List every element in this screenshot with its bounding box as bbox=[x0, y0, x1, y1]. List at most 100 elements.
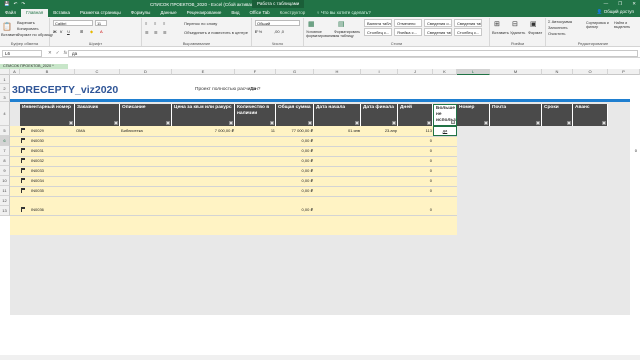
cell-end[interactable] bbox=[361, 166, 398, 176]
cell-days[interactable]: 0 bbox=[398, 186, 433, 196]
wrap-text-button[interactable]: Перенос по слову bbox=[184, 21, 217, 26]
cell-start[interactable] bbox=[314, 146, 361, 156]
cell-end[interactable] bbox=[361, 156, 398, 166]
cell-start[interactable] bbox=[314, 205, 361, 215]
style-table-info-2[interactable]: Сведения табл... bbox=[424, 28, 452, 36]
row-header-5[interactable]: 5 bbox=[0, 126, 10, 136]
cell-sum[interactable]: 0,00 ₽ bbox=[276, 205, 314, 215]
cell-start[interactable] bbox=[314, 176, 361, 186]
cell-sum[interactable]: 0,00 ₽ bbox=[276, 166, 314, 176]
cell-more[interactable] bbox=[433, 186, 457, 196]
fill-button[interactable]: Заполнить bbox=[548, 25, 568, 30]
cell-qty[interactable] bbox=[235, 166, 276, 176]
filter-dropdown-icon[interactable] bbox=[229, 121, 233, 125]
table-header-start-date[interactable]: Дата начала bbox=[314, 104, 361, 126]
cell-price[interactable] bbox=[172, 166, 235, 176]
cell-desc[interactable] bbox=[120, 176, 172, 186]
cancel-icon[interactable]: ✕ bbox=[48, 50, 52, 56]
delete-cells-icon[interactable]: ⊟ bbox=[512, 20, 518, 28]
tab-home[interactable]: Главная bbox=[21, 9, 49, 17]
cell-qty[interactable] bbox=[235, 186, 276, 196]
style-marked[interactable]: Отмечено bbox=[394, 19, 422, 27]
clear-button[interactable]: Очистить bbox=[548, 31, 565, 36]
save-icon[interactable]: 💾 bbox=[4, 1, 10, 7]
align-bottom-icon[interactable]: ≡ bbox=[163, 21, 165, 26]
align-top-icon[interactable]: ≡ bbox=[145, 21, 147, 26]
table-header-number[interactable]: Номер bbox=[457, 104, 490, 126]
autosum-button[interactable]: Σ Автосумма bbox=[548, 19, 572, 24]
cell-end[interactable]: 23.апр bbox=[361, 126, 398, 136]
filter-dropdown-icon[interactable] bbox=[166, 121, 170, 125]
paste-icon[interactable]: 📋 bbox=[2, 22, 12, 31]
style-column[interactable]: Столбец с... bbox=[364, 28, 392, 36]
cell-days[interactable]: 0 bbox=[398, 205, 433, 215]
cell-inv[interactable]: IN0036 bbox=[30, 205, 75, 215]
cell-client[interactable] bbox=[75, 156, 120, 166]
currency-icon[interactable]: ₽ % bbox=[255, 29, 262, 34]
cell-qty[interactable] bbox=[235, 205, 276, 215]
filter-dropdown-icon[interactable] bbox=[355, 121, 359, 125]
filter-dropdown-icon[interactable] bbox=[308, 121, 312, 125]
tab-file[interactable]: Файл bbox=[0, 9, 21, 17]
italic-button[interactable]: К bbox=[60, 29, 62, 34]
tab-office-tab[interactable]: Office Tab bbox=[245, 9, 275, 17]
cell-qty[interactable] bbox=[235, 136, 276, 146]
decimal-icon[interactable]: ,00 ,0 bbox=[274, 29, 284, 34]
row-header-3[interactable]: 3 bbox=[0, 93, 10, 102]
cell-price[interactable] bbox=[172, 205, 235, 215]
filter-dropdown-icon[interactable] bbox=[427, 121, 431, 125]
undo-icon[interactable]: ↶ bbox=[14, 1, 18, 7]
redo-icon[interactable]: ↷ bbox=[21, 1, 25, 7]
sort-filter-button[interactable]: Сортировка и фильтр bbox=[586, 21, 612, 29]
align-middle-icon[interactable]: ≡ bbox=[154, 21, 156, 26]
underline-button[interactable]: Ч bbox=[67, 29, 70, 34]
cell-days[interactable]: 0 bbox=[398, 146, 433, 156]
tab-review[interactable]: Рецензирование bbox=[182, 9, 227, 17]
cell-extra[interactable]: 0 bbox=[608, 146, 638, 156]
row-header-1[interactable]: 1 bbox=[0, 75, 10, 84]
borders-icon[interactable]: ⊞ bbox=[80, 29, 83, 34]
cell-price[interactable] bbox=[172, 156, 235, 166]
cell-inv[interactable]: IN0032 bbox=[30, 156, 75, 166]
cell-sum[interactable]: 0,00 ₽ bbox=[276, 136, 314, 146]
number-format-select[interactable]: Общий bbox=[255, 20, 300, 26]
cell-sum[interactable]: 0,00 ₽ bbox=[276, 156, 314, 166]
filter-dropdown-icon[interactable] bbox=[484, 121, 488, 125]
cell-start[interactable] bbox=[314, 136, 361, 146]
paste-button[interactable]: Вставить bbox=[1, 32, 18, 37]
table-header-advance[interactable]: Аванс bbox=[573, 104, 608, 126]
find-select-button[interactable]: Найти и выделить bbox=[614, 21, 638, 29]
cell-more[interactable] bbox=[433, 205, 457, 215]
cell-end[interactable] bbox=[361, 186, 398, 196]
font-size-select[interactable]: 11 bbox=[95, 20, 107, 26]
row-header-13[interactable]: 13 bbox=[0, 206, 10, 216]
cell-start[interactable]: 01.янв bbox=[314, 126, 361, 136]
name-box[interactable]: L6 bbox=[2, 50, 42, 57]
cell-client[interactable] bbox=[75, 176, 120, 186]
cell-more[interactable] bbox=[433, 166, 457, 176]
font-color-icon[interactable]: A bbox=[100, 29, 103, 34]
style-column-2[interactable]: Столбец с... bbox=[454, 28, 482, 36]
row-header-9[interactable]: 9 bbox=[0, 166, 10, 176]
cell-desc[interactable] bbox=[120, 186, 172, 196]
table-header-description[interactable]: Описание bbox=[120, 104, 172, 126]
cell-sum[interactable]: 77 000,00 ₽ bbox=[276, 126, 314, 136]
table-header-more[interactable]: Больше не использ. bbox=[433, 104, 457, 126]
merge-center-button[interactable]: Объединить и поместить в центре bbox=[184, 30, 248, 35]
table-header-total[interactable]: Общая сумма bbox=[276, 104, 314, 126]
row-header-7[interactable]: 7 bbox=[0, 146, 10, 156]
table-header-inventory[interactable]: Инвентарный номер bbox=[20, 104, 75, 126]
cell-desc[interactable] bbox=[120, 156, 172, 166]
cell-start[interactable] bbox=[314, 166, 361, 176]
cell-desc[interactable] bbox=[120, 136, 172, 146]
cell-inv[interactable]: IN0029 bbox=[30, 126, 75, 136]
tell-me-search[interactable]: ♀ Что вы хотите сделать? bbox=[310, 9, 376, 17]
fill-color-icon[interactable]: ◆ bbox=[90, 29, 93, 34]
cell-end[interactable] bbox=[361, 205, 398, 215]
style-table-info[interactable]: Сведения табл... bbox=[454, 19, 482, 27]
insert-cells-icon[interactable]: ⊞ bbox=[494, 20, 500, 28]
cell-price[interactable]: 7 000,00 ₽ bbox=[172, 126, 235, 136]
filter-dropdown-icon[interactable] bbox=[567, 121, 571, 125]
insert-cells-button[interactable]: Вставить bbox=[492, 30, 509, 35]
cell-qty[interactable] bbox=[235, 156, 276, 166]
